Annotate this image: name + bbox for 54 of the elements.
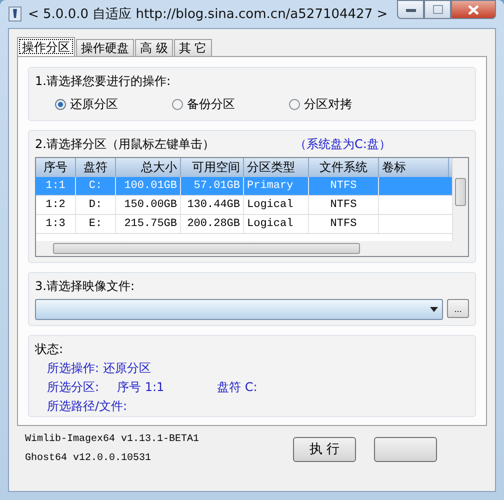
minimize-button[interactable]	[397, 0, 424, 19]
table-cell: C:	[76, 177, 116, 195]
table-cell: 1:2	[36, 196, 76, 214]
tab[interactable]: 操作分区	[17, 37, 75, 56]
table-cell: NTFS	[309, 177, 379, 195]
caret-icon	[430, 307, 438, 312]
table-cell: 150.00GB	[116, 196, 181, 214]
section-heading: 2.请选择分区（用鼠标左键单击）	[35, 136, 214, 153]
table-cell: 57.01GB	[181, 177, 244, 195]
maximize-button[interactable]	[424, 0, 451, 19]
close-button[interactable]	[451, 0, 496, 19]
table-cell: 215.75GB	[116, 215, 181, 233]
browse-button[interactable]: ...	[447, 299, 469, 318]
window-title: < 5.0.0.0 自适应 http://blog.sina.com.cn/a527104427 >	[28, 6, 388, 23]
section-heading: 1.请选择您要进行的操作:	[35, 73, 172, 90]
vertical-scrollbar[interactable]	[452, 158, 468, 241]
status-text: 所选分区:	[47, 379, 100, 396]
table-cell: Logical	[244, 196, 309, 214]
table-cell: D:	[76, 196, 116, 214]
table-cell: 1:3	[36, 215, 76, 233]
status-text: 盘符 C:	[217, 379, 258, 396]
version-text: Wimlib-Imagex64 v1.13.1-BETA1	[25, 434, 200, 445]
table-cell: 100.01GB	[116, 177, 181, 195]
app-icon	[8, 6, 22, 22]
tab[interactable]: 操作硬盘	[76, 39, 134, 56]
close-button[interactable]	[374, 436, 437, 462]
status-text: 所选路径/文件:	[47, 398, 128, 415]
radio-option[interactable]: 备份分区	[172, 96, 289, 113]
version-text: Ghost64 v12.0.0.10531	[25, 453, 152, 464]
table-cell: Primary	[244, 177, 309, 195]
tab[interactable]: 高 级	[135, 39, 173, 56]
table-cell: 200.28GB	[181, 215, 244, 233]
horizontal-scrollbar[interactable]	[36, 241, 468, 256]
execute-button[interactable]: 执 行	[293, 436, 356, 462]
table-cell: 130.44GB	[181, 196, 244, 214]
tab[interactable]: 其 它	[174, 39, 212, 56]
table-cell: NTFS	[309, 215, 379, 233]
status-text: 所选操作: 还原分区	[47, 360, 151, 377]
status-text: 序号 1:1	[117, 379, 166, 396]
section-heading: 3.请选择映像文件:	[35, 278, 136, 295]
radio-option[interactable]: 分区对拷	[289, 96, 406, 113]
radio-option[interactable]: 还原分区	[55, 96, 172, 113]
close-icon	[468, 4, 479, 14]
table-cell: Logical	[244, 215, 309, 233]
minimize-icon	[406, 8, 416, 12]
system-disk-note: （系统盘为C:盘）	[294, 136, 391, 153]
image-file-dropdown[interactable]	[35, 299, 443, 320]
table-cell: E:	[76, 215, 116, 233]
table-cell: 1:1	[36, 177, 76, 195]
section-heading: 状态:	[35, 341, 64, 358]
table-cell: NTFS	[309, 196, 379, 214]
table-row[interactable]: 1:3 E: 215.75GB 200.28GB Logical NTFS	[36, 215, 452, 234]
maximize-icon	[432, 5, 442, 14]
table-row[interactable]: 1:2 D: 150.00GB 130.44GB Logical NTFS	[36, 196, 452, 215]
